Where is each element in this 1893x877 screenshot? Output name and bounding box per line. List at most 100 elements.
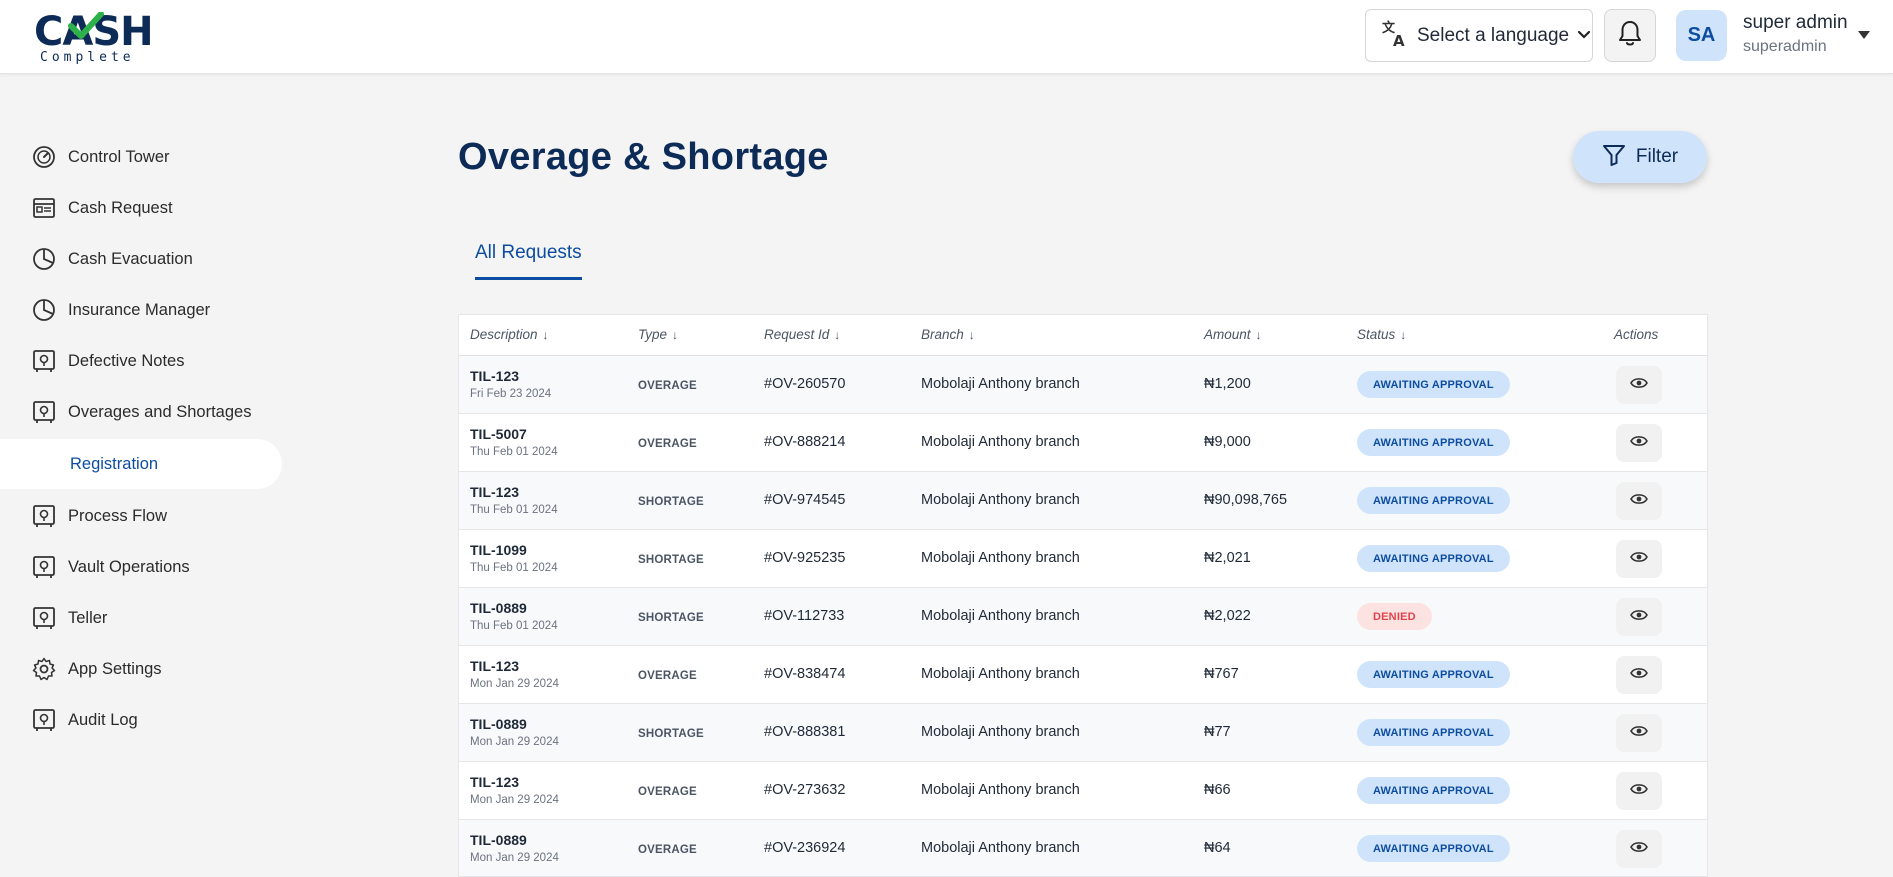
row-type: OVERAGE (638, 438, 697, 450)
sort-arrow-icon: ↓ (672, 327, 679, 342)
table-row[interactable]: TIL-0889 Thu Feb 01 2024 SHORTAGE #OV-11… (459, 588, 1707, 646)
row-request-id: #OV-888214 (764, 434, 846, 450)
view-button[interactable] (1616, 598, 1662, 636)
sidebar-item-process-flow[interactable]: Process Flow (0, 492, 282, 540)
row-amount: ₦767 (1204, 666, 1239, 682)
row-date: Mon Jan 29 2024 (470, 794, 559, 806)
view-button[interactable] (1616, 830, 1662, 868)
safe-icon (32, 606, 56, 630)
sidebar-item-label: Teller (68, 608, 108, 627)
row-description: TIL-5007 (470, 426, 527, 442)
sidebar-item-audit-log[interactable]: Audit Log (0, 696, 282, 744)
safe-icon (32, 504, 56, 528)
row-description: TIL-123 (470, 484, 520, 500)
sidebar-item-label: Registration (70, 454, 159, 473)
cash-complete-logo[interactable]: CASH Complete (34, 10, 154, 66)
view-button[interactable] (1616, 656, 1662, 694)
column-header-amount[interactable]: Amount ↓ (1204, 327, 1262, 342)
column-header-status[interactable]: Status ↓ (1357, 327, 1406, 342)
column-header-description[interactable]: Description ↓ (470, 327, 549, 342)
safe-icon (32, 555, 56, 579)
filter-button-label: Filter (1635, 146, 1679, 167)
row-amount: ₦2,022 (1204, 608, 1251, 624)
row-request-id: #OV-236924 (764, 840, 846, 856)
row-amount: ₦90,098,765 (1204, 492, 1288, 508)
sidebar-subitem-registration[interactable]: Registration (0, 439, 282, 489)
translate-icon: 文 A (1381, 18, 1409, 53)
row-description: TIL-0889 (470, 600, 527, 616)
view-button[interactable] (1616, 424, 1662, 462)
view-button[interactable] (1616, 482, 1662, 520)
row-branch: Mobolaji Anthony branch (921, 666, 1080, 682)
sidebar-item-cash-request[interactable]: Cash Request (0, 184, 282, 232)
sidebar-item-control-tower[interactable]: Control Tower (0, 133, 282, 181)
row-amount: ₦64 (1204, 840, 1231, 856)
row-type: SHORTAGE (638, 728, 704, 740)
sidebar-item-insurance-manager[interactable]: Insurance Manager (0, 286, 282, 334)
sidebar-item-teller[interactable]: Teller (0, 594, 282, 642)
table-row[interactable]: TIL-5007 Thu Feb 01 2024 OVERAGE #OV-888… (459, 414, 1707, 472)
row-type: SHORTAGE (638, 496, 704, 508)
top-header: CASH Complete 文 A Select a language SA s… (0, 0, 1893, 74)
safe-icon (32, 400, 56, 424)
table-row[interactable]: TIL-0889 Mon Jan 29 2024 SHORTAGE #OV-88… (459, 704, 1707, 762)
language-select-label: Select a language (1417, 24, 1570, 46)
table-row[interactable]: TIL-0889 Mon Jan 29 2024 OVERAGE #OV-236… (459, 820, 1707, 876)
column-header-request-id[interactable]: Request Id ↓ (764, 327, 840, 342)
language-select[interactable]: 文 A Select a language (1365, 9, 1593, 62)
row-branch: Mobolaji Anthony branch (921, 492, 1080, 508)
view-button[interactable] (1616, 772, 1662, 810)
sort-arrow-icon: ↓ (542, 327, 549, 342)
row-date: Thu Feb 01 2024 (470, 620, 558, 632)
row-type: OVERAGE (638, 670, 697, 682)
sidebar-item-app-settings[interactable]: App Settings (0, 645, 282, 693)
avatar[interactable]: SA (1676, 10, 1727, 61)
table-row[interactable]: TIL-123 Mon Jan 29 2024 OVERAGE #OV-2736… (459, 762, 1707, 820)
row-request-id: #OV-974545 (764, 492, 846, 508)
row-amount: ₦2,021 (1204, 550, 1251, 566)
sidebar-item-vault-operations[interactable]: Vault Operations (0, 543, 282, 591)
table-row[interactable]: TIL-1099 Thu Feb 01 2024 SHORTAGE #OV-92… (459, 530, 1707, 588)
sidebar-item-label: Audit Log (68, 710, 138, 729)
column-header-branch[interactable]: Branch ↓ (921, 327, 975, 342)
tab-label: All Requests (475, 242, 582, 263)
row-description: TIL-123 (470, 368, 520, 384)
sidebar-item-label: Overages and Shortages (68, 402, 252, 421)
user-name[interactable]: super admin (1743, 12, 1848, 34)
table-row[interactable]: TIL-123 Mon Jan 29 2024 OVERAGE #OV-8384… (459, 646, 1707, 704)
user-menu-caret-icon[interactable] (1857, 27, 1871, 45)
status-badge: AWAITING APPROVAL (1357, 371, 1510, 398)
requests-table: Description ↓ Type ↓ Request Id ↓ Branch ↓ A… (458, 314, 1708, 877)
row-type: OVERAGE (638, 786, 697, 798)
row-description: TIL-123 (470, 774, 520, 790)
table-row[interactable]: TIL-123 Thu Feb 01 2024 SHORTAGE #OV-974… (459, 472, 1707, 530)
view-button[interactable] (1616, 366, 1662, 404)
view-button[interactable] (1616, 714, 1662, 752)
sidebar-item-defective-notes[interactable]: Defective Notes (0, 337, 282, 385)
view-button[interactable] (1616, 540, 1662, 578)
eye-icon (1630, 492, 1648, 511)
filter-button[interactable]: Filter (1573, 131, 1707, 183)
status-badge: AWAITING APPROVAL (1357, 835, 1510, 862)
page-title: Overage & Shortage (458, 136, 829, 178)
status-badge: AWAITING APPROVAL (1357, 661, 1510, 688)
row-date: Thu Feb 01 2024 (470, 562, 558, 574)
sidebar-item-label: Insurance Manager (68, 300, 211, 319)
logo-check-icon (68, 12, 104, 39)
sidebar: Control Tower Cash Request Cash Evacuati… (0, 74, 290, 877)
table-row[interactable]: TIL-123 Fri Feb 23 2024 OVERAGE #OV-2605… (459, 356, 1707, 414)
notifications-button[interactable] (1604, 9, 1656, 62)
safe-icon (32, 708, 56, 732)
row-amount: ₦1,200 (1204, 376, 1251, 392)
tab-all-requests[interactable]: All Requests (475, 242, 582, 281)
column-header-type[interactable]: Type ↓ (638, 327, 678, 342)
sidebar-item-overages-and-shortages[interactable]: Overages and Shortages (0, 388, 282, 436)
row-branch: Mobolaji Anthony branch (921, 840, 1080, 856)
row-request-id: #OV-260570 (764, 376, 846, 392)
row-description: TIL-1099 (470, 542, 527, 558)
row-type: OVERAGE (638, 380, 697, 392)
row-branch: Mobolaji Anthony branch (921, 376, 1080, 392)
sort-arrow-icon: ↓ (834, 327, 841, 342)
sidebar-item-cash-evacuation[interactable]: Cash Evacuation (0, 235, 282, 283)
row-branch: Mobolaji Anthony branch (921, 724, 1080, 740)
